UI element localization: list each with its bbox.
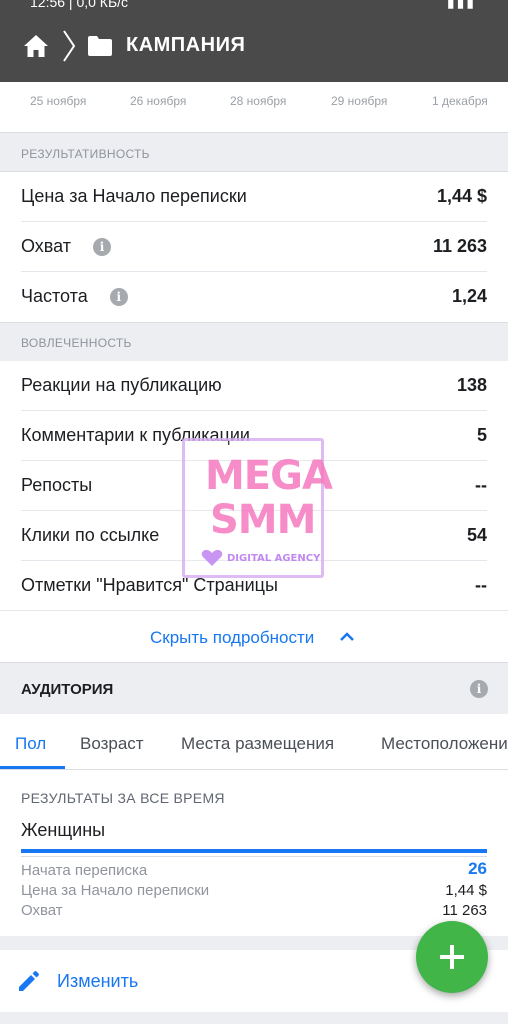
tab-gender[interactable]: Пол (15, 734, 46, 754)
metric-value: -- (475, 575, 487, 595)
metric-row: Частота i 1,24 (0, 272, 508, 322)
date-label: 1 декабря (432, 94, 488, 108)
metric-value: 1,44 $ (436, 186, 487, 206)
watermark-text: SMM (210, 497, 316, 543)
result-metric-value: 11 263 (442, 902, 487, 919)
performance-header: РЕЗУЛЬТАТИВНОСТЬ (0, 132, 508, 172)
metric-value: 5 (476, 425, 487, 445)
watermark-logo: MEGA SMM DIGITAL AGENCY (182, 438, 333, 578)
info-icon[interactable]: i (470, 680, 488, 698)
segment-bar (21, 849, 487, 853)
hide-details-label: Скрыть подробности (150, 628, 315, 647)
result-metric-value: 26 (468, 859, 487, 878)
date-label: 26 ноября (130, 94, 187, 108)
section-title: РЕЗУЛЬТАТИВНОСТЬ (21, 147, 150, 161)
pencil-icon (19, 971, 39, 991)
metric-value: 54 (466, 525, 487, 545)
metric-value: -- (475, 475, 487, 495)
result-metric-row: Цена за Начало переписки 1,44 $ (21, 882, 487, 899)
section-title: ВОВЛЕЧЕННОСТЬ (21, 336, 132, 350)
status-bar: 12:56 | 0,0 КБ/с ▮▮▮ (0, 0, 508, 10)
metric-label: Частота (21, 286, 88, 306)
date-label: 28 ноября (230, 94, 287, 108)
metric-label: Репосты (21, 475, 93, 495)
tab-placements[interactable]: Места размещения (181, 734, 334, 754)
section-title: АУДИТОРИЯ (21, 681, 114, 698)
audience-results: РЕЗУЛЬТАТЫ ЗА ВСЕ ВРЕМЯ Женщины Начата п… (0, 770, 508, 936)
metric-label: Цена за Начало переписки (21, 186, 247, 206)
edit-label: Изменить (57, 971, 139, 991)
divider (21, 856, 487, 857)
audience-tabs: Пол Возраст Места размещения Местоположе… (0, 714, 508, 770)
result-metric-label: Охват (21, 902, 63, 919)
date-axis: 25 ноября 26 ноября 28 ноября 29 ноября … (0, 82, 508, 132)
folder-icon[interactable] (88, 36, 112, 56)
bottom-strip (0, 1012, 508, 1024)
segment-label: Женщины (21, 820, 106, 840)
status-time: 12:56 | 0,0 КБ/с (30, 0, 129, 10)
metric-value: 1,24 (451, 286, 487, 306)
metric-label: Охват (21, 236, 72, 256)
date-label: 29 ноября (331, 94, 388, 108)
metric-row: Охват i 11 263 (0, 222, 508, 272)
plus-icon (440, 945, 464, 969)
active-tab-indicator (0, 766, 65, 769)
home-icon[interactable] (23, 34, 49, 58)
result-metric-label: Начата переписка (21, 862, 148, 879)
metric-label: Отметки "Нравится" Страницы (21, 575, 278, 595)
metric-value: 138 (456, 375, 487, 395)
info-icon[interactable]: i (109, 287, 128, 306)
metric-label: Реакции на публикацию (21, 375, 222, 395)
result-metric-row: Начата переписка 26 (21, 859, 487, 879)
add-fab-button[interactable] (416, 921, 488, 993)
results-header: РЕЗУЛЬТАТЫ ЗА ВСЕ ВРЕМЯ (21, 790, 225, 806)
divider (0, 610, 508, 611)
metric-row: Реакции на публикацию 138 (0, 361, 508, 411)
date-label: 25 ноября (30, 94, 87, 108)
metric-label: Клики по ссылке (21, 525, 160, 545)
result-metric-row: Охват 11 263 (21, 902, 487, 919)
tab-age[interactable]: Возраст (80, 734, 144, 754)
metric-row: Цена за Начало переписки 1,44 $ (0, 172, 508, 222)
watermark-text: MEGA (205, 453, 333, 499)
breadcrumb-chevron-icon (63, 30, 76, 62)
hide-details-button[interactable]: Скрыть подробности (0, 612, 508, 662)
audience-header: АУДИТОРИЯ i (0, 662, 508, 714)
watermark-text: DIGITAL AGENCY (227, 553, 321, 564)
heart-icon (201, 549, 223, 566)
status-icons: ▮▮▮ (446, 0, 476, 10)
result-metric-value: 1,44 $ (445, 882, 487, 899)
page-title: КАМПАНИЯ (126, 34, 246, 56)
result-metric-label: Цена за Начало переписки (21, 882, 210, 899)
engagement-header: ВОВЛЕЧЕННОСТЬ (0, 322, 508, 362)
app-bar: КАМПАНИЯ (0, 10, 508, 82)
tab-location[interactable]: Местоположение (381, 734, 508, 754)
info-icon[interactable]: i (93, 237, 112, 256)
chevron-up-icon (340, 632, 354, 641)
metric-value: 11 263 (432, 236, 487, 256)
